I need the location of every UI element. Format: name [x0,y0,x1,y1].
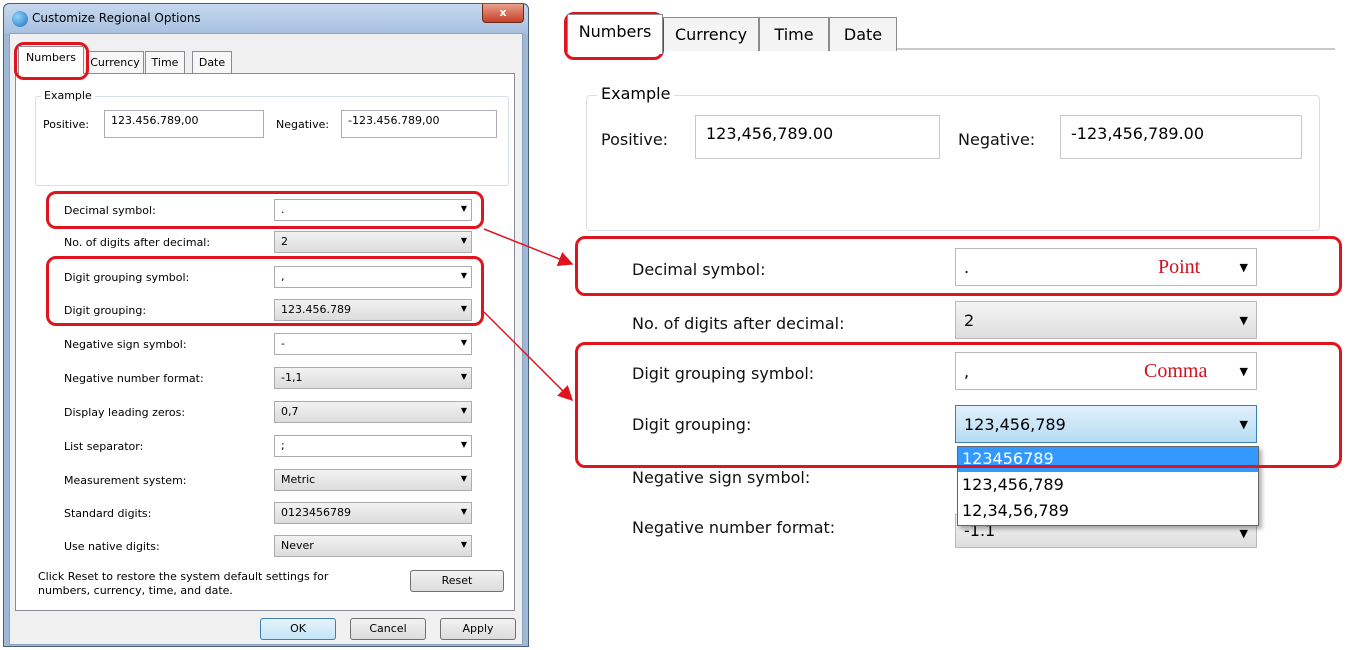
tab-numbers[interactable]: Numbers [18,46,84,74]
connector-arrows [483,228,574,402]
arrow-digit-grouping [483,311,574,402]
zoom-tab-numbers[interactable]: Numbers [567,14,663,54]
arrow-decimal-symbol [483,228,574,266]
